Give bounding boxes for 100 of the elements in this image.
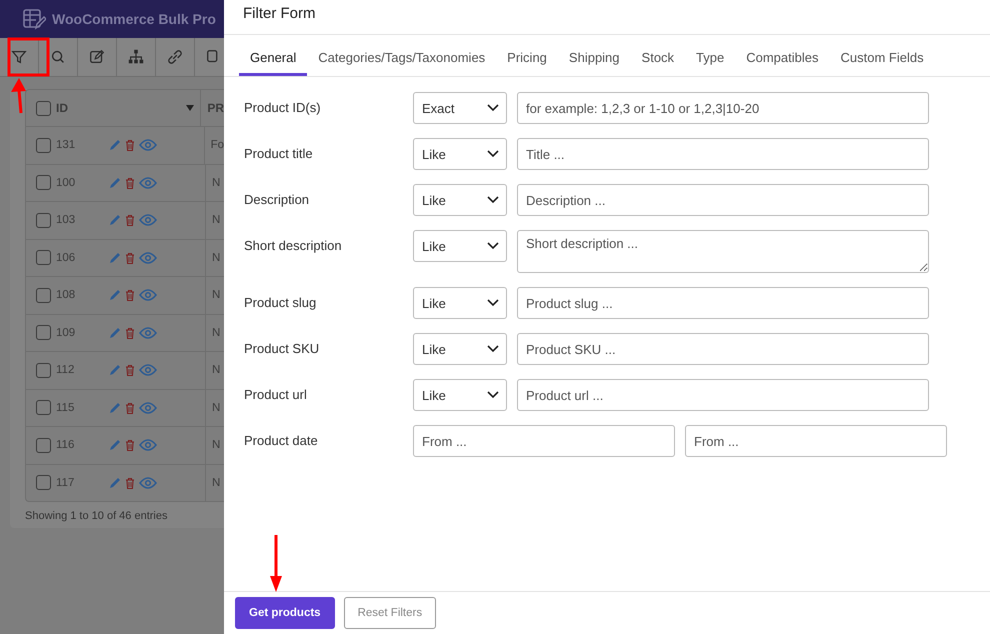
chevron-down-icon xyxy=(487,391,499,399)
trash-icon[interactable] xyxy=(125,139,135,152)
pencil-icon[interactable] xyxy=(109,476,121,489)
text-area[interactable]: Short description ... xyxy=(517,230,929,273)
checkbox[interactable] xyxy=(36,325,51,340)
eye-icon[interactable] xyxy=(139,326,157,339)
chevron-down-icon xyxy=(487,345,499,353)
field-label: Product date xyxy=(244,432,319,448)
eye-icon[interactable] xyxy=(139,402,157,414)
checkbox[interactable] xyxy=(36,475,51,490)
eye-icon[interactable] xyxy=(139,439,157,452)
table-cell-text: N xyxy=(211,402,220,414)
operator-dropdown[interactable]: Like xyxy=(413,287,507,319)
trash-icon[interactable] xyxy=(125,252,135,264)
trash-icon[interactable] xyxy=(125,289,135,302)
checkbox[interactable] xyxy=(36,400,51,416)
pencil-icon[interactable] xyxy=(109,289,121,302)
tab[interactable]: Custom Fields xyxy=(830,41,935,76)
column-header: ID xyxy=(56,101,69,115)
highlight-frame xyxy=(8,38,50,76)
checkbox[interactable] xyxy=(36,138,51,153)
input-field[interactable]: From ... xyxy=(413,425,675,457)
pencil-icon[interactable] xyxy=(109,439,121,452)
table-cell-text: N xyxy=(211,214,220,226)
table-cell-text: N xyxy=(211,364,220,376)
table-edit-icon xyxy=(22,7,46,31)
chevron-down-icon xyxy=(487,242,499,250)
input-field[interactable]: Product slug ... xyxy=(517,287,929,319)
eye-icon[interactable] xyxy=(139,364,157,376)
tab[interactable]: General xyxy=(239,41,308,76)
tab[interactable]: Pricing xyxy=(496,41,558,76)
field-label: Description xyxy=(244,191,310,207)
tab[interactable]: Categories/Tags/Taxonomies xyxy=(307,41,496,76)
pencil-icon[interactable] xyxy=(109,176,121,189)
chevron-down-icon xyxy=(487,150,499,158)
checkbox[interactable] xyxy=(36,362,51,378)
eye-icon[interactable] xyxy=(139,139,157,152)
operator-dropdown[interactable]: Like xyxy=(413,184,507,216)
operator-dropdown[interactable]: Exact xyxy=(413,92,507,124)
reset-filters-button[interactable]: Reset Filters xyxy=(344,597,436,629)
table-cell-text: Fo xyxy=(210,139,224,152)
hierarchy-icon xyxy=(127,48,145,66)
tab[interactable]: Shipping xyxy=(558,41,631,76)
eye-icon[interactable] xyxy=(139,476,157,489)
table-cell-text: 109 xyxy=(56,326,76,339)
input-field[interactable]: Title ... xyxy=(517,138,929,170)
pencil-icon[interactable] xyxy=(109,364,121,376)
operator-dropdown[interactable]: Like xyxy=(413,379,507,411)
table-cell-text: 117 xyxy=(56,476,76,489)
table-cell-text: N xyxy=(211,252,220,264)
table-cell-text: N xyxy=(211,439,220,452)
chevron-down-icon xyxy=(487,196,499,204)
eye-icon[interactable] xyxy=(139,252,157,264)
table-cell-text: N xyxy=(211,326,220,339)
table-cell-text: 103 xyxy=(56,214,76,226)
table-cell-text: 106 xyxy=(56,252,76,264)
get-products-button[interactable]: Get products xyxy=(235,597,335,629)
eye-icon[interactable] xyxy=(139,214,157,226)
field-label: Product ID(s) xyxy=(244,99,322,115)
trash-icon[interactable] xyxy=(125,364,135,376)
pencil-icon[interactable] xyxy=(109,402,121,414)
operator-dropdown[interactable]: Like xyxy=(413,138,507,170)
input-field[interactable]: From ... xyxy=(685,425,947,457)
table-cell-text: N xyxy=(211,289,220,302)
table-cell-text: 115 xyxy=(56,402,76,414)
link-icon xyxy=(166,48,184,66)
field-label: Product url xyxy=(244,386,308,402)
pointer-arrow xyxy=(11,78,26,114)
pencil-icon[interactable] xyxy=(109,139,121,152)
panel-title: Filter Form xyxy=(224,0,990,35)
trash-icon[interactable] xyxy=(125,439,135,452)
input-field[interactable]: Product SKU ... xyxy=(517,333,929,365)
eye-icon[interactable] xyxy=(139,289,157,302)
eye-icon[interactable] xyxy=(139,176,157,189)
operator-dropdown[interactable]: Like xyxy=(413,230,507,262)
trash-icon[interactable] xyxy=(125,176,135,189)
trash-icon[interactable] xyxy=(125,402,135,414)
table-cell-text: N xyxy=(211,176,220,189)
pencil-icon[interactable] xyxy=(109,252,121,264)
trash-icon[interactable] xyxy=(125,476,135,489)
tab[interactable]: Stock xyxy=(630,41,686,76)
sort-caret-icon[interactable] xyxy=(186,105,194,111)
trash-icon[interactable] xyxy=(125,326,135,339)
tab[interactable]: Type xyxy=(685,41,736,76)
input-field[interactable]: Product url ... xyxy=(517,379,929,411)
chevron-down-icon xyxy=(487,104,499,112)
checkbox[interactable] xyxy=(36,175,51,190)
checkbox[interactable] xyxy=(36,250,51,266)
input-field[interactable]: Description ... xyxy=(517,184,929,216)
trash-icon[interactable] xyxy=(125,214,135,226)
pencil-icon[interactable] xyxy=(109,214,121,226)
tab[interactable]: Compatibles xyxy=(735,41,830,76)
checkbox[interactable] xyxy=(36,212,51,228)
checkbox[interactable] xyxy=(36,438,51,453)
input-field[interactable]: for example: 1,2,3 or 1-10 or 1,2,3|10-20 xyxy=(517,92,929,124)
operator-dropdown[interactable]: Like xyxy=(413,333,507,365)
checkbox[interactable] xyxy=(36,288,51,303)
pencil-icon[interactable] xyxy=(109,326,121,339)
checkbox[interactable] xyxy=(36,100,51,116)
table-cell-text: N xyxy=(211,476,220,489)
